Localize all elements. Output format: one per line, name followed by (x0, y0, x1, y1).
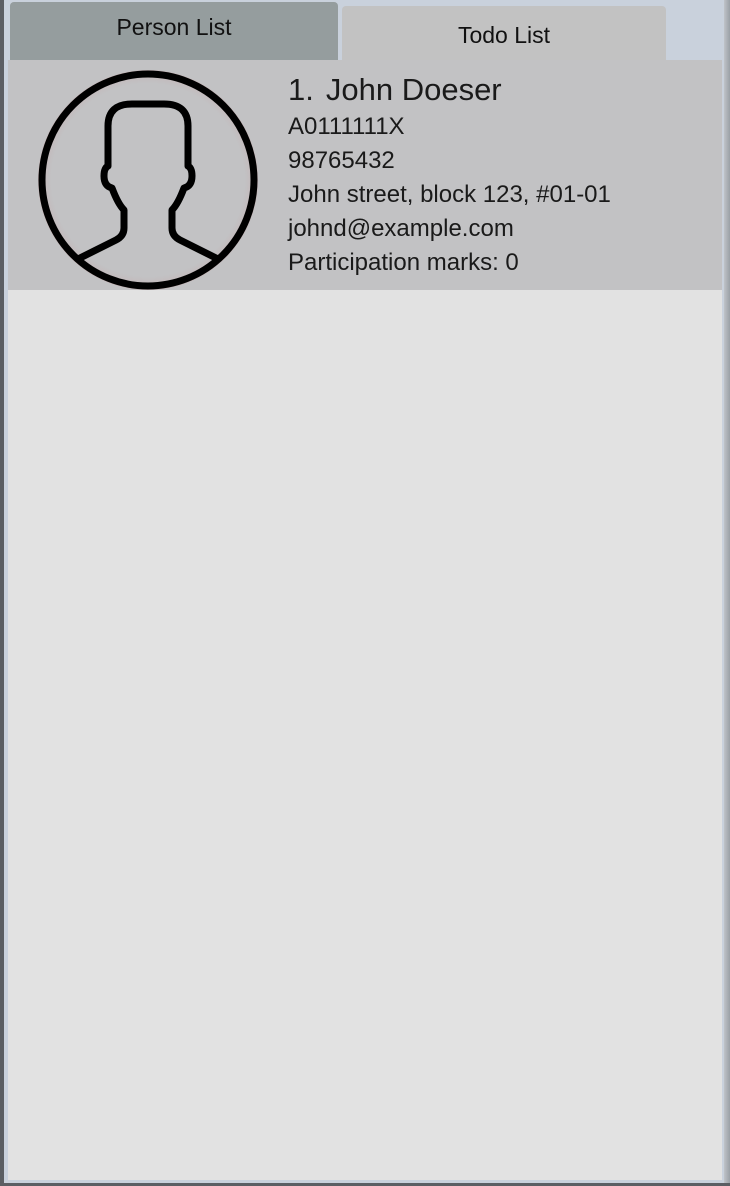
avatar (32, 64, 264, 296)
person-card[interactable]: 1. John Doeser A0111111X 98765432 John st… (8, 60, 722, 290)
app-window: Person List Todo List 1. John Doeser A01… (0, 0, 730, 1186)
person-list-view[interactable]: 1. John Doeser A0111111X 98765432 John st… (8, 60, 722, 1180)
tab-todo-list-label: Todo List (457, 21, 551, 48)
scrollbar-track[interactable] (724, 0, 730, 1186)
person-index: 1. (288, 72, 314, 107)
person-name-line: 1. John Doeser (288, 70, 718, 110)
person-phone: 98765432 (288, 147, 395, 174)
person-details: 1. John Doeser A0111111X 98765432 John st… (288, 70, 718, 280)
person-silhouette-icon (38, 70, 258, 290)
tab-person-list[interactable]: Person List (10, 2, 338, 60)
tab-bar: Person List Todo List (4, 0, 724, 60)
person-matric: A0111111X (288, 113, 405, 140)
tab-todo-list[interactable]: Todo List (342, 6, 666, 60)
person-name: John Doeser (325, 72, 502, 107)
tab-person-list-label: Person List (116, 13, 232, 40)
window-border-left (0, 0, 4, 1186)
person-email: johnd@example.com (288, 215, 514, 242)
person-participation: Participation marks: 0 (288, 249, 519, 276)
person-address: John street, block 123, #01-01 (288, 181, 611, 208)
